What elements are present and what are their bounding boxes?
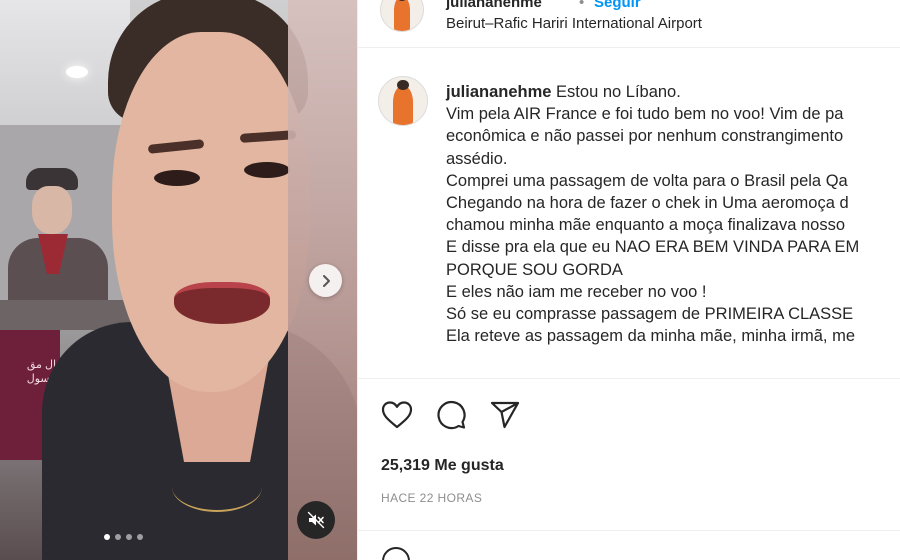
post-timestamp[interactable]: HACE 22 HORAS	[381, 491, 482, 505]
carousel-next-button[interactable]	[309, 264, 342, 297]
like-button[interactable]	[379, 397, 415, 433]
speaker-muted-icon	[307, 511, 325, 529]
caption-area: juliananehme Estou no Líbano. Vim pela A…	[358, 72, 900, 372]
post-location[interactable]: Beirut–Rafic Hariri International Airpor…	[446, 15, 702, 32]
post-actions: 25,319 Me gusta HACE 22 HORAS	[358, 378, 900, 528]
caption-line: Chegando na hora de fazer o chek in Uma …	[446, 194, 849, 213]
emoji-icon[interactable]	[382, 547, 410, 560]
caption-line: econômica e não passei por nenhum constr…	[446, 127, 844, 146]
carousel-dot	[104, 534, 110, 540]
share-icon	[490, 401, 520, 429]
post-media[interactable]: ال مق هسول	[0, 0, 357, 560]
post-caption: juliananehme Estou no Líbano. Vim pela A…	[446, 81, 900, 347]
author-username[interactable]: juliananehme	[446, 0, 542, 11]
add-comment-bar[interactable]	[358, 530, 900, 560]
caption-line: Comprei uma passagem de volta para o Bra…	[446, 171, 848, 190]
carousel-dot	[115, 534, 121, 540]
comment-button[interactable]	[433, 397, 469, 433]
separator-dot: •	[579, 0, 585, 11]
carousel-dot	[137, 534, 143, 540]
caption-line: Só se eu comprasse passagem de PRIMEIRA …	[446, 305, 854, 324]
post-header: juliananehme • Seguir Beirut–Rafic Harir…	[358, 0, 900, 48]
caption-line: juliananehme Estou no Líbano.	[446, 83, 681, 101]
chevron-right-icon	[322, 274, 330, 287]
post-details-panel: juliananehme • Seguir Beirut–Rafic Harir…	[357, 0, 900, 560]
likes-count[interactable]: 25,319 Me gusta	[381, 457, 504, 475]
caption-line: E eles não iam me receber no voo !	[446, 282, 707, 301]
heart-icon	[381, 401, 413, 429]
caption-author-avatar[interactable]	[378, 76, 428, 126]
caption-line: E disse pra ela que eu NAO ERA BEM VINDA…	[446, 238, 860, 257]
caption-username[interactable]: juliananehme	[446, 83, 551, 101]
caption-line: Ela reteve as passagem da minha mãe, min…	[446, 327, 856, 346]
share-button[interactable]	[487, 397, 523, 433]
caption-line: assédio.	[446, 149, 508, 168]
author-avatar[interactable]	[380, 0, 424, 32]
caption-line: Vim pela AIR France e foi tudo bem no vo…	[446, 105, 844, 124]
carousel-indicator	[104, 534, 143, 540]
mute-toggle-button[interactable]	[297, 501, 335, 539]
follow-button[interactable]: Seguir	[594, 0, 641, 11]
caption-line: PORQUE SOU GORDA	[446, 260, 623, 279]
caption-line: chamou minha mãe enquanto a moça finaliz…	[446, 216, 845, 235]
carousel-dot	[126, 534, 132, 540]
comment-icon	[437, 401, 466, 430]
